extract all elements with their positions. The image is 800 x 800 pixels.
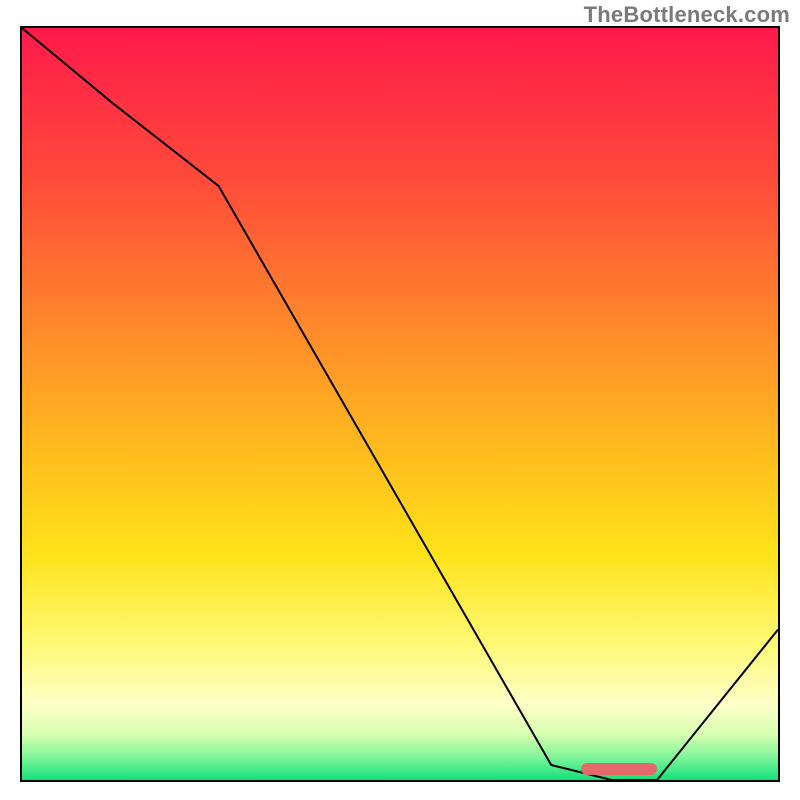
gradient-background [22,28,778,780]
watermark-text: TheBottleneck.com [584,2,790,28]
bottleneck-chart [20,26,780,782]
chart-svg [22,28,778,780]
optimal-marker [581,763,657,775]
